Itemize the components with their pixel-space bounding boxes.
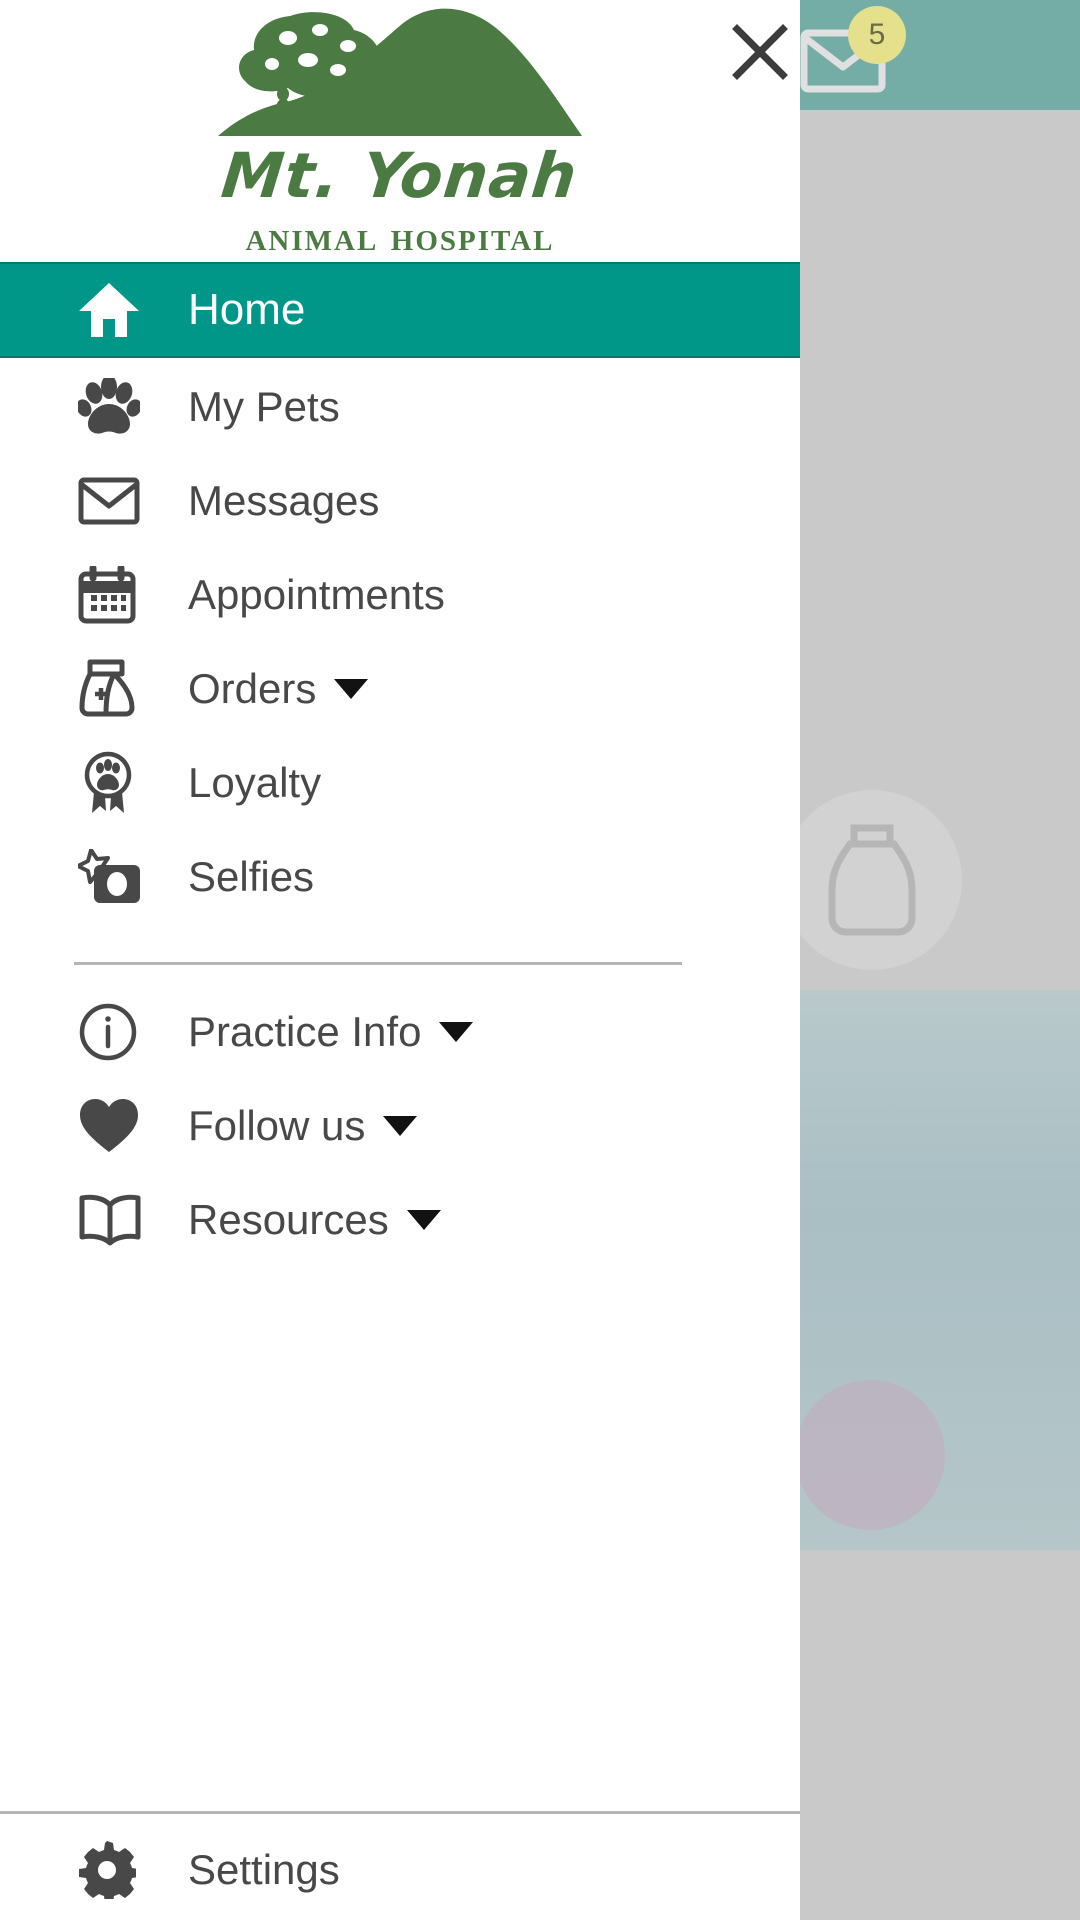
sidebar-item-label: My Pets <box>188 383 340 430</box>
sidebar-item-resources[interactable]: Resources <box>0 1173 800 1267</box>
chevron-down-icon[interactable] <box>439 1022 474 1042</box>
home-icon <box>78 281 154 339</box>
drawer-header: Mt. Yonah Animal Hospital <box>0 0 802 260</box>
chevron-down-icon[interactable] <box>334 679 369 699</box>
sidebar-item-label: Selfies <box>188 853 315 900</box>
sidebar-item-label: Settings <box>188 1846 340 1893</box>
sidebar-item-my-pets[interactable]: My Pets <box>0 360 800 454</box>
logo-practice-name: Mt. Yonah <box>218 139 582 212</box>
drawer-nav-list: Home My Pets Messages Appointments Order… <box>0 256 800 1811</box>
sidebar-item-selfies[interactable]: Selfies <box>0 830 800 924</box>
sidebar-item-label: Practice Info <box>188 1008 422 1055</box>
camera-star-icon <box>78 849 154 905</box>
mail-badge-count: 5 <box>848 6 906 64</box>
chevron-down-icon[interactable] <box>383 1116 418 1136</box>
sidebar-item-label: Follow us <box>188 1102 366 1149</box>
sidebar-item-label: Resources <box>188 1196 389 1243</box>
sidebar-item-home[interactable]: Home <box>0 262 800 358</box>
sidebar-item-follow-us[interactable]: Follow us <box>0 1079 800 1173</box>
drawer-footer: Settings <box>0 1811 800 1920</box>
mountain-tree-logo-icon <box>216 2 584 143</box>
info-circle-icon <box>78 1002 154 1062</box>
sidebar-item-label: Orders <box>188 665 317 712</box>
logo-practice-subtitle: Animal Hospital <box>245 214 555 260</box>
nav-divider <box>74 962 682 965</box>
gear-icon <box>78 1841 154 1899</box>
paw-icon <box>78 378 154 436</box>
sidebar-item-messages[interactable]: Messages <box>0 454 800 548</box>
navigation-drawer: Mt. Yonah Animal Hospital Home <box>0 0 800 1920</box>
close-drawer-button[interactable] <box>718 10 802 94</box>
sidebar-item-practice-info[interactable]: Practice Info <box>0 985 800 1079</box>
award-paw-icon <box>78 751 154 815</box>
sidebar-item-orders[interactable]: Orders <box>0 642 800 736</box>
practice-logo: Mt. Yonah Animal Hospital <box>0 0 800 261</box>
sidebar-item-loyalty[interactable]: Loyalty <box>0 736 800 830</box>
chevron-down-icon[interactable] <box>406 1210 441 1230</box>
heart-icon <box>78 1098 154 1154</box>
envelope-icon <box>78 476 154 526</box>
food-bag-icon <box>78 658 154 720</box>
sidebar-item-label: Home <box>188 285 306 334</box>
calendar-icon <box>78 566 154 624</box>
sidebar-item-label: Messages <box>188 477 380 524</box>
book-icon <box>78 1193 154 1247</box>
background-circle-decoration <box>795 1380 945 1530</box>
sidebar-item-settings[interactable]: Settings <box>0 1820 800 1920</box>
sidebar-item-label: Loyalty <box>188 759 322 806</box>
sidebar-item-appointments[interactable]: Appointments <box>0 548 800 642</box>
water-jug-icon <box>782 790 962 970</box>
sidebar-item-label: Appointments <box>188 571 445 618</box>
